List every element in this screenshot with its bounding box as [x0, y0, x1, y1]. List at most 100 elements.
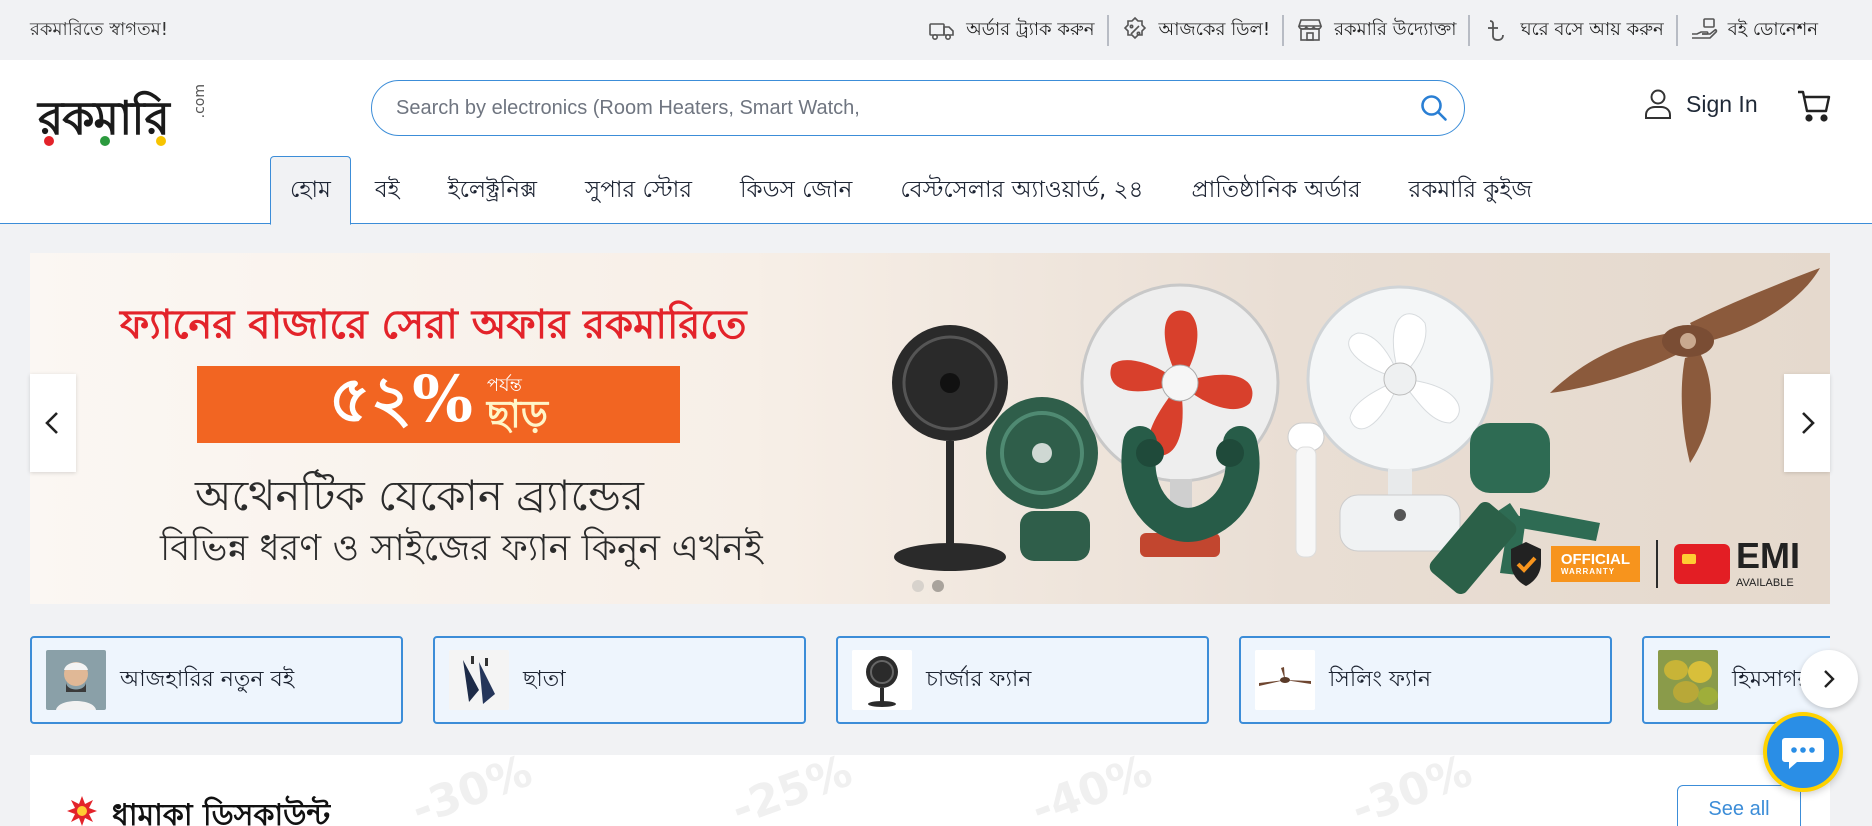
top-bar: রকমারিতে স্বাগতম! অর্ডার ট্র্যাক করুন আজ…	[0, 0, 1872, 60]
tab-home-label: হোম	[290, 177, 331, 203]
store-icon	[1297, 19, 1323, 41]
banner-next-button[interactable]	[1784, 374, 1830, 472]
badge-available: AVAILABLE	[1735, 577, 1794, 589]
banner-headline: ফ্যানের বাজারে সেরা অফার রকমারিতে	[120, 302, 747, 348]
todays-deal-label: আজকের ডিল!	[1158, 18, 1271, 40]
mango-icon	[1658, 650, 1718, 710]
category-label: চার্জার ফ্যান	[926, 666, 1032, 692]
banner-badges: OFFICIAL WARRANTY EMI AVAILABLE	[1507, 538, 1800, 590]
search-input[interactable]	[396, 96, 1418, 120]
section-title: ধামাকা ডিসকাউন্ট	[112, 798, 331, 826]
emi-text: EMI AVAILABLE	[1736, 538, 1800, 590]
top-links: অর্ডার ট্র্যাক করুন আজকের ডিল! রকমারি উদ…	[916, 14, 1830, 46]
track-order-label: অর্ডার ট্র্যাক করুন	[966, 18, 1095, 40]
ceiling-fan	[1550, 268, 1820, 463]
badge-separator	[1655, 540, 1658, 588]
tab-electronics[interactable]: ইলেক্ট্রনিক্স	[424, 156, 561, 224]
chevron-right-icon	[1824, 670, 1835, 688]
handheld-fan	[1287, 422, 1325, 558]
banner-dot-2[interactable]	[932, 580, 944, 592]
track-order-link[interactable]: অর্ডার ট্র্যাক করুন	[916, 15, 1106, 46]
tab-institutional-order[interactable]: প্রাতিষ্ঠানিক অর্ডার	[1167, 156, 1384, 224]
author-photo	[46, 650, 106, 710]
tab-super-store[interactable]: সুপার স্টোর	[561, 156, 716, 224]
banner-upto: পর্যন্ত ছাড়	[487, 376, 548, 433]
category-label: আজহারির নতুন বই	[120, 666, 295, 692]
tab-kids-zone[interactable]: কিডস জোন	[716, 156, 876, 224]
category-label: হিমসাগর	[1732, 666, 1810, 692]
chat-bubble-icon	[1782, 738, 1824, 769]
welcome-text: রকমারিতে স্বাগতম!	[30, 18, 168, 40]
badge-warranty: WARRANTY	[1560, 566, 1616, 576]
category-label: সিলিং ফ্যান	[1329, 666, 1431, 692]
emi-badge: EMI AVAILABLE	[1673, 538, 1800, 590]
official-warranty-text: OFFICIAL WARRANTY	[1550, 545, 1640, 583]
see-all-button[interactable]: See all	[1677, 785, 1801, 826]
badge-emi: EMI	[1735, 535, 1800, 576]
sign-in-button[interactable]: Sign In	[1644, 88, 1758, 120]
earn-from-home-label: ঘরে বসে আয় করুন	[1520, 18, 1664, 40]
logo-dot-green	[100, 136, 110, 146]
hero-banner[interactable]: ফ্যানের বাজারে সেরা অফার রকমারিতে ৫২% পর…	[30, 253, 1830, 604]
tab-rokomari-quiz[interactable]: রকমারি কুইজ	[1385, 156, 1556, 224]
ceiling-fan-icon	[1255, 650, 1315, 710]
tab-bestseller-award[interactable]: বেস্টসেলার অ্যাওয়ার্ড, ২৪	[876, 156, 1167, 224]
discount-badge-icon	[1123, 16, 1146, 40]
taka-icon	[1488, 20, 1505, 41]
credit-card-icon	[1673, 544, 1730, 584]
category-item[interactable]: চার্জার ফ্যান	[836, 636, 1209, 724]
site-logo[interactable]: রকমারি .com	[38, 78, 208, 148]
truck-icon	[929, 23, 954, 40]
banner-line-2: বিভিন্ন ধরণ ও সাইজের ফ্যান কিনুন এখনই	[160, 528, 763, 569]
book-donation-link[interactable]: বই ডোনেশন	[1675, 14, 1830, 46]
tab-rokomari-quiz-label: রকমারি কুইজ	[1408, 176, 1533, 203]
starburst-icon	[67, 796, 97, 826]
category-item[interactable]: আজহারির নতুন বই	[30, 636, 403, 724]
category-item[interactable]: ছাতা	[433, 636, 806, 724]
todays-deal-link[interactable]: আজকের ডিল!	[1106, 14, 1283, 46]
tab-institutional-order-label: প্রাতিষ্ঠানিক অর্ডার	[1191, 176, 1361, 203]
category-next-button[interactable]	[1800, 650, 1858, 708]
earn-from-home-link[interactable]: ঘরে বসে আয় করুন	[1468, 14, 1675, 46]
table-fan-icon	[852, 650, 912, 710]
sign-in-label: Sign In	[1686, 90, 1758, 117]
watermark: -40%	[1025, 755, 1159, 826]
tab-bestseller-award-label: বেস্টসেলার অ্যাওয়ার্ড, ২৪	[900, 176, 1144, 203]
chat-button[interactable]	[1763, 712, 1843, 792]
logo-dot-red	[44, 136, 54, 146]
category-item[interactable]: সিলিং ফ্যান	[1239, 636, 1612, 724]
tab-books[interactable]: বই	[351, 156, 424, 224]
shield-check-icon	[1510, 542, 1541, 586]
search-icon[interactable]	[1418, 92, 1450, 124]
official-warranty-badge: OFFICIAL WARRANTY	[1507, 540, 1640, 588]
green-clip-fan	[986, 397, 1098, 561]
book-donation-label: বই ডোনেশন	[1727, 18, 1818, 40]
watermark: -30%	[405, 755, 539, 826]
banner-discount: ৫২%	[328, 362, 473, 437]
chevron-left-icon	[45, 412, 58, 434]
cart-icon[interactable]	[1796, 88, 1832, 124]
banner-prev-button[interactable]	[30, 374, 76, 472]
category-carousel: আজহারির নতুন বই ছাতা চার্জার ফ্যান সিলিং…	[30, 636, 1830, 724]
banner-dots	[912, 580, 944, 592]
discount-section: -30% -25% -40% -30% ধামাকা ডিসকাউন্ট See…	[30, 755, 1830, 826]
tab-books-label: বই	[374, 176, 400, 203]
badge-official: OFFICIAL	[1560, 550, 1630, 568]
tab-kids-zone-label: কিডস জোন	[739, 176, 853, 203]
search-bar	[371, 80, 1465, 136]
entrepreneur-link[interactable]: রকমারি উদ্যোক্তা	[1282, 14, 1468, 46]
tab-home[interactable]: হোম	[270, 156, 351, 225]
logo-suffix: .com	[192, 84, 208, 119]
entrepreneur-label: রকমারি উদ্যোক্তা	[1334, 18, 1457, 40]
donate-hand-icon	[1691, 18, 1717, 39]
watermark: -30%	[1345, 755, 1479, 826]
white-fan	[1306, 285, 1494, 552]
header: রকমারি .com Sign In হোম বই ইলেক্ট্রনিক্স…	[0, 60, 1872, 225]
watermark: -25%	[725, 755, 859, 826]
chevron-right-icon	[1802, 412, 1815, 434]
tab-super-store-label: সুপার স্টোর	[585, 176, 692, 203]
banner-dot-1[interactable]	[912, 580, 924, 592]
tab-electronics-label: ইলেক্ট্রনিক্স	[447, 176, 537, 203]
main-nav: হোম বই ইলেক্ট্রনিক্স সুপার স্টোর কিডস জো…	[270, 156, 1556, 225]
category-label: ছাতা	[523, 666, 566, 692]
